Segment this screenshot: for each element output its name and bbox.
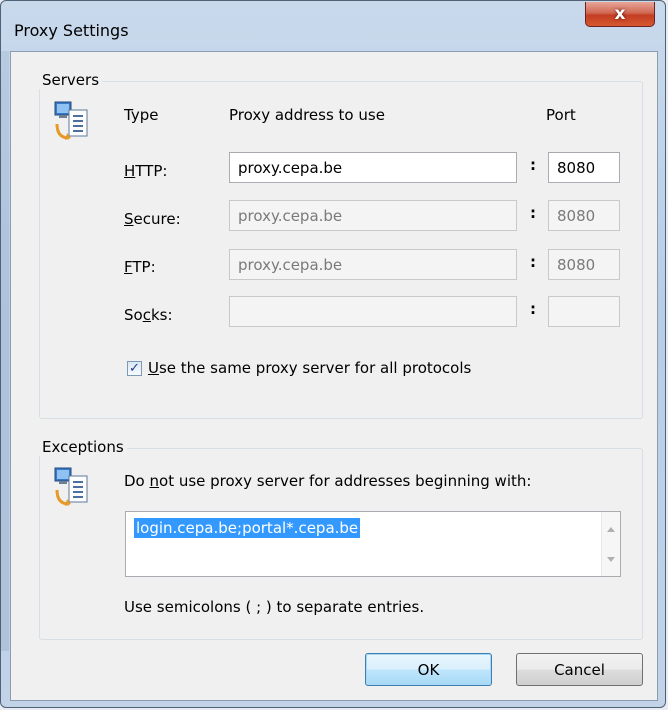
secure-port-input[interactable]: 8080 — [548, 200, 620, 231]
port-column-header: Port — [546, 106, 576, 124]
secure-colon: : — [530, 204, 536, 222]
proxy-settings-window: Proxy Settings x Servers Type Proxy addr… — [0, 0, 666, 708]
scroll-down-icon[interactable] — [607, 557, 615, 562]
http-label: HTTP: — [124, 162, 168, 180]
secure-label: Secure: — [124, 210, 181, 228]
checkmark-icon: ✓ — [129, 361, 140, 376]
socks-colon: : — [530, 300, 536, 318]
address-column-header: Proxy address to use — [229, 106, 385, 124]
http-colon: : — [530, 156, 536, 174]
exceptions-prompt: Do not use proxy server for addresses be… — [124, 472, 532, 490]
cancel-button[interactable]: Cancel — [516, 653, 643, 686]
type-column-header: Type — [124, 106, 159, 124]
window-title: Proxy Settings — [14, 21, 129, 40]
exceptions-textarea[interactable]: login.cepa.be;portal*.cepa.be — [125, 511, 621, 577]
ftp-port-input[interactable]: 8080 — [548, 249, 620, 280]
ok-button[interactable]: OK — [365, 653, 492, 686]
scroll-up-icon[interactable] — [607, 527, 615, 532]
close-icon: x — [614, 4, 626, 24]
same-proxy-label[interactable]: Use the same proxy server for all protoc… — [148, 359, 471, 377]
ftp-label: FTP: — [124, 258, 156, 276]
network-computer-icon — [54, 101, 88, 140]
close-button[interactable]: x — [585, 2, 655, 27]
ftp-colon: : — [530, 253, 536, 271]
secure-address-input[interactable]: proxy.cepa.be — [229, 200, 517, 231]
window-frame-shade — [1, 51, 9, 651]
http-port-input[interactable]: 8080 — [548, 152, 620, 183]
same-proxy-checkbox[interactable]: ✓ — [127, 361, 142, 376]
exceptions-value: login.cepa.be;portal*.cepa.be — [134, 518, 361, 538]
exceptions-scrollbar[interactable] — [601, 512, 620, 576]
exceptions-hint: Use semicolons ( ; ) to separate entries… — [124, 598, 425, 616]
socks-port-input[interactable] — [548, 296, 620, 327]
socks-address-input[interactable] — [229, 296, 517, 327]
socks-label: Socks: — [124, 306, 173, 324]
servers-legend: Servers — [39, 71, 103, 89]
http-address-input[interactable]: proxy.cepa.be — [229, 152, 517, 183]
exceptions-legend: Exceptions — [39, 438, 127, 456]
ftp-address-input[interactable]: proxy.cepa.be — [229, 249, 517, 280]
dialog-client-area: Servers Type Proxy address to use Port H… — [10, 51, 658, 701]
network-computer-icon — [54, 467, 88, 506]
